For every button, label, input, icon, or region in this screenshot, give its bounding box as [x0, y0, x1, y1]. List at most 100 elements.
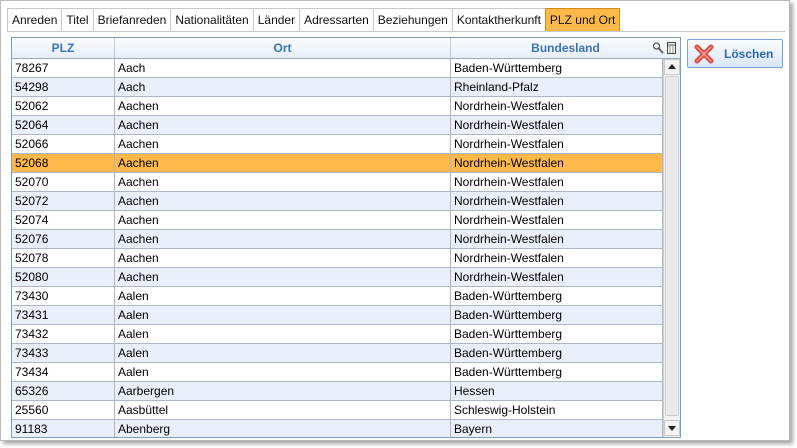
tab-anreden[interactable]: Anreden: [7, 8, 63, 31]
cell-ort: Aachen: [115, 135, 451, 153]
cell-plz: 54298: [12, 78, 115, 96]
cell-ort: Aalen: [115, 306, 451, 324]
cell-bundesland: Nordrhein-Westfalen: [451, 116, 663, 134]
cell-plz: 73432: [12, 325, 115, 343]
cell-ort: Aasbüttel: [115, 401, 451, 419]
scroll-thumb[interactable]: [665, 76, 679, 416]
cell-bundesland: Hessen: [451, 382, 663, 400]
cell-plz: 52066: [12, 135, 115, 153]
cell-plz: 52062: [12, 97, 115, 115]
cell-plz: 73434: [12, 363, 115, 381]
cell-ort: Aalen: [115, 287, 451, 305]
table-row[interactable]: 73431 Aalen Baden-Württemberg: [12, 306, 663, 325]
table-row[interactable]: 25560 Aasbüttel Schleswig-Holstein: [12, 401, 663, 420]
table-row[interactable]: 73433 Aalen Baden-Württemberg: [12, 344, 663, 363]
cell-plz: 52076: [12, 230, 115, 248]
grid-header: PLZ Ort Bundesland: [12, 38, 680, 59]
search-icon[interactable]: [652, 41, 664, 55]
tab-strip: Anreden Titel Briefanreden Nationalitäte…: [7, 8, 621, 32]
cell-bundesland: Baden-Württemberg: [451, 325, 663, 343]
table-row[interactable]: 73430 Aalen Baden-Württemberg: [12, 287, 663, 306]
cell-plz: 52064: [12, 116, 115, 134]
cell-plz: 73433: [12, 344, 115, 362]
cell-plz: 52070: [12, 173, 115, 191]
tab-nationalitaeten[interactable]: Nationalitäten: [170, 8, 254, 31]
cell-ort: Aalen: [115, 344, 451, 362]
cell-ort: Aachen: [115, 211, 451, 229]
cell-ort: Aarbergen: [115, 382, 451, 400]
table-row[interactable]: 52062 Aachen Nordrhein-Westfalen: [12, 97, 663, 116]
cell-ort: Aachen: [115, 154, 451, 172]
cell-bundesland: Nordrhein-Westfalen: [451, 268, 663, 286]
cell-bundesland: Nordrhein-Westfalen: [451, 97, 663, 115]
cell-plz: 65326: [12, 382, 115, 400]
cell-bundesland: Bayern: [451, 420, 663, 437]
scroll-up-button[interactable]: [664, 59, 680, 75]
vertical-scrollbar[interactable]: [663, 59, 680, 437]
cell-plz: 25560: [12, 401, 115, 419]
window: Anreden Titel Briefanreden Nationalitäte…: [0, 0, 790, 441]
column-header-plz[interactable]: PLZ: [12, 38, 115, 58]
cell-ort: Aalen: [115, 363, 451, 381]
table-row[interactable]: 73434 Aalen Baden-Württemberg: [12, 363, 663, 382]
cell-ort: Aachen: [115, 192, 451, 210]
column-header-ort[interactable]: Ort: [115, 38, 451, 58]
cell-ort: Aachen: [115, 116, 451, 134]
header-icons: [652, 41, 678, 55]
table-row[interactable]: 52070 Aachen Nordrhein-Westfalen: [12, 173, 663, 192]
cell-ort: Aachen: [115, 173, 451, 191]
cell-plz: 78267: [12, 59, 115, 77]
cell-plz: 52074: [12, 211, 115, 229]
delete-button[interactable]: Löschen: [687, 39, 783, 68]
table-row[interactable]: 52076 Aachen Nordrhein-Westfalen: [12, 230, 663, 249]
cell-bundesland: Baden-Württemberg: [451, 59, 663, 77]
column-header-bundesland[interactable]: Bundesland: [451, 38, 680, 58]
column-chooser-icon[interactable]: [666, 41, 678, 55]
grid-rows: 78267 Aach Baden-Württemberg 54298 Aach Rhein…: [12, 59, 663, 437]
table-row[interactable]: 65326 Aarbergen Hessen: [12, 382, 663, 401]
table-row[interactable]: 78267 Aach Baden-Württemberg: [12, 59, 663, 78]
table-row[interactable]: 52074 Aachen Nordrhein-Westfalen: [12, 211, 663, 230]
cell-bundesland: Baden-Württemberg: [451, 344, 663, 362]
cell-bundesland: Baden-Württemberg: [451, 363, 663, 381]
cell-plz: 52072: [12, 192, 115, 210]
cell-ort: Abenberg: [115, 420, 451, 437]
cell-plz: 73430: [12, 287, 115, 305]
plz-grid: PLZ Ort Bundesland 78267 Aach Baden-Württe…: [11, 37, 681, 438]
cell-bundesland: Baden-Württemberg: [451, 287, 663, 305]
cell-bundesland: Rheinland-Pfalz: [451, 78, 663, 96]
scroll-down-button[interactable]: [664, 420, 680, 436]
table-row[interactable]: 54298 Aach Rheinland-Pfalz: [12, 78, 663, 97]
cell-ort: Aachen: [115, 97, 451, 115]
cell-plz: 52078: [12, 249, 115, 267]
tab-briefanreden[interactable]: Briefanreden: [92, 8, 172, 31]
tab-plz-und-ort[interactable]: PLZ und Ort: [544, 8, 621, 31]
cell-ort: Aach: [115, 78, 451, 96]
table-row[interactable]: 52068 Aachen Nordrhein-Westfalen: [12, 154, 663, 173]
table-row[interactable]: 73432 Aalen Baden-Württemberg: [12, 325, 663, 344]
cell-ort: Aachen: [115, 230, 451, 248]
tab-divider: [7, 31, 785, 32]
tab-laender[interactable]: Länder: [252, 8, 301, 31]
table-row[interactable]: 91183 Abenberg Bayern: [12, 420, 663, 437]
table-row[interactable]: 52072 Aachen Nordrhein-Westfalen: [12, 192, 663, 211]
cell-ort: Aach: [115, 59, 451, 77]
cell-ort: Aalen: [115, 325, 451, 343]
cell-bundesland: Baden-Württemberg: [451, 306, 663, 324]
cell-plz: 52080: [12, 268, 115, 286]
cell-bundesland: Nordrhein-Westfalen: [451, 173, 663, 191]
delete-button-label: Löschen: [724, 46, 774, 61]
table-row[interactable]: 52078 Aachen Nordrhein-Westfalen: [12, 249, 663, 268]
tab-kontaktherkunft[interactable]: Kontaktherkunft: [451, 8, 546, 31]
cell-bundesland: Schleswig-Holstein: [451, 401, 663, 419]
table-row[interactable]: 52064 Aachen Nordrhein-Westfalen: [12, 116, 663, 135]
cell-plz: 91183: [12, 420, 115, 437]
cell-ort: Aachen: [115, 268, 451, 286]
cell-bundesland: Nordrhein-Westfalen: [451, 135, 663, 153]
table-row[interactable]: 52080 Aachen Nordrhein-Westfalen: [12, 268, 663, 287]
table-row[interactable]: 52066 Aachen Nordrhein-Westfalen: [12, 135, 663, 154]
red-x-icon: [693, 43, 715, 65]
tab-adressarten[interactable]: Adressarten: [299, 8, 374, 31]
tab-titel[interactable]: Titel: [61, 8, 94, 31]
tab-beziehungen[interactable]: Beziehungen: [372, 8, 453, 31]
